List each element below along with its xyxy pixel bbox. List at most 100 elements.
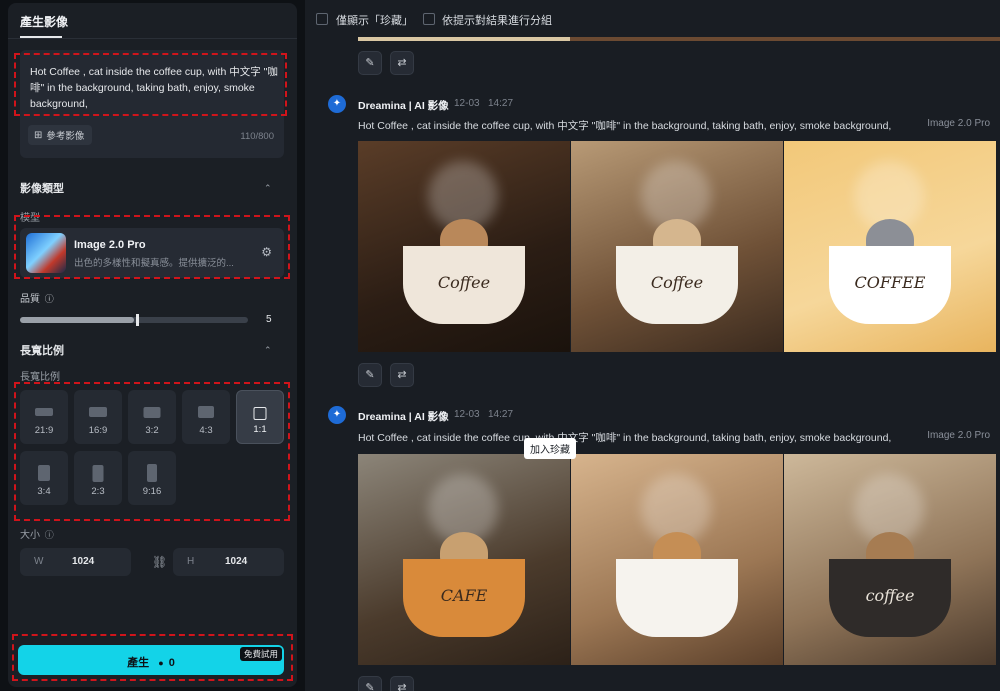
model-thumbnail [26,233,66,273]
generation-time: 14:27 [488,409,514,420]
ratio-option-1-1[interactable]: 1:1 [236,390,284,444]
dreamina-avatar-icon: ✦ [328,406,346,424]
image-add-icon: ⊞ [34,129,43,141]
height-key: H [187,556,195,567]
quality-label: 品質 ⓘ [20,290,54,305]
reference-image-label: 參考影像 [46,131,85,142]
ratio-label: 4:3 [199,425,213,436]
cup-lettering: Coffee [437,273,491,292]
generation-model: Image 2.0 Pro [927,118,990,129]
height-value[interactable]: 1024 [225,556,247,567]
regenerate-button[interactable]: ⇄ [390,676,414,691]
ratio-shape-icon [147,464,157,482]
cup-lettering: coffee [865,586,915,605]
chevron-up-icon[interactable]: ⌃ [264,183,272,194]
regenerate-button[interactable]: ⇄ [390,51,414,75]
generate-button[interactable]: 產生 ● 0 免費試用 [18,645,284,675]
image-type-section-title: 影像類型 [20,183,64,195]
generated-image[interactable]: coffee [784,454,996,665]
reference-image-button[interactable]: ⊞ 參考影像 [28,125,93,145]
tab-active-underline [20,36,62,38]
ratio-option-2-3[interactable]: 2:3 [74,451,122,505]
generation-model: Image 2.0 Pro [927,430,990,441]
prompt-text[interactable]: Hot Coffee , cat inside the coffee cup, … [30,64,278,112]
link-icon[interactable]: ⛓ [152,555,167,569]
quality-slider[interactable] [20,314,248,326]
ratio-option-3-2[interactable]: 3:2 [128,390,176,444]
ratio-shape-icon [198,406,214,418]
generated-image[interactable]: Coffee [358,141,570,352]
quality-value: 5 [266,314,272,325]
settings-sliders-icon[interactable]: ⚙ [261,245,272,259]
ratio-shape-icon [89,407,107,417]
cup-lettering: CAFE [440,586,488,605]
generation-prompt: Hot Coffee , cat inside the coffee cup, … [358,432,892,444]
ratio-shape-icon [35,408,53,416]
edit-icon: ✎ [365,57,375,69]
quality-slider-handle[interactable] [136,314,139,326]
width-field[interactable]: W 1024 [20,548,131,576]
coin-icon: ● [158,658,164,668]
height-field[interactable]: H 1024 [173,548,284,576]
quality-label-text: 品質 [20,294,40,305]
ratio-label: 2:3 [91,486,105,497]
ratio-shape-icon [253,406,267,420]
ratio-shape-icon [92,464,104,482]
ratio-option-21-9[interactable]: 21:9 [20,390,68,444]
free-trial-badge: 免費試用 [239,647,282,661]
model-name: Image 2.0 Pro [74,239,146,251]
generation-date: 12-03 [454,98,480,109]
aspect-sublabel: 長寬比例 [20,372,60,383]
size-label-text: 大小 [20,530,40,541]
size-label: 大小 ⓘ [20,526,54,541]
group-by-prompt-checkbox[interactable] [423,13,435,25]
regenerate-icon: ⇄ [397,682,407,691]
previous-images-strip [358,37,1000,41]
generation-author: Dreamina | AI 影像 [358,411,449,423]
ratio-label: 3:2 [145,425,159,436]
ratio-shape-icon [38,465,50,481]
edit-button[interactable]: ✎ [358,676,382,691]
dreamina-avatar-icon: ✦ [328,95,346,113]
edit-icon: ✎ [365,369,375,381]
regenerate-button[interactable]: ⇄ [390,363,414,387]
ratio-option-4-3[interactable]: 4:3 [182,390,230,444]
generation-author: Dreamina | AI 影像 [358,100,449,112]
add-favorite-tooltip: 加入珍藏 [524,438,576,459]
model-label: 模型 [20,213,40,224]
ratio-option-3-4[interactable]: 3:4 [20,451,68,505]
ratio-label: 21:9 [34,425,54,436]
info-icon: ⓘ [44,530,54,540]
generated-image[interactable]: Coffee [571,141,783,352]
generated-image[interactable]: CAFE [358,454,570,665]
edit-icon: ✎ [365,682,375,691]
chevron-up-icon[interactable]: ⌃ [264,345,272,356]
generation-time: 14:27 [488,98,514,109]
favorites-checkbox[interactable] [316,13,328,25]
results-toolbar: 僅顯示「珍藏」 依提示對結果進行分組 [305,0,1000,38]
model-description: 出色的多樣性和擬真感。提供擴泛的... [74,258,234,269]
left-panel: 產生影像 Hot Coffee , cat inside the coffee … [8,3,297,687]
generated-image[interactable] [571,454,783,665]
ratio-option-16-9[interactable]: 16:9 [74,390,122,444]
char-counter: 110/800 [240,131,274,142]
ratio-label: 16:9 [88,425,108,436]
ratio-label: 9:16 [142,486,162,497]
generation-date: 12-03 [454,409,480,420]
ratio-label: 3:4 [37,486,51,497]
edit-button[interactable]: ✎ [358,363,382,387]
generated-image[interactable]: COFFEE [784,141,996,352]
width-value[interactable]: 1024 [72,556,94,567]
prompt-input[interactable]: Hot Coffee , cat inside the coffee cup, … [20,50,284,158]
tab-generate-image[interactable]: 產生影像 [20,13,68,30]
model-selector[interactable]: Image 2.0 Pro 出色的多樣性和擬真感。提供擴泛的... ⚙ [20,228,284,278]
info-icon: ⓘ [44,294,54,304]
edit-button[interactable]: ✎ [358,51,382,75]
cup-lettering: COFFEE [854,273,926,292]
quality-slider-fill [20,317,134,323]
ratio-option-9-16[interactable]: 9:16 [128,451,176,505]
ratio-shape-icon [143,406,161,418]
favorites-label[interactable]: 僅顯示「珍藏」 [336,12,413,28]
group-by-prompt-label[interactable]: 依提示對結果進行分組 [442,12,552,28]
cup-lettering: Coffee [650,273,704,292]
